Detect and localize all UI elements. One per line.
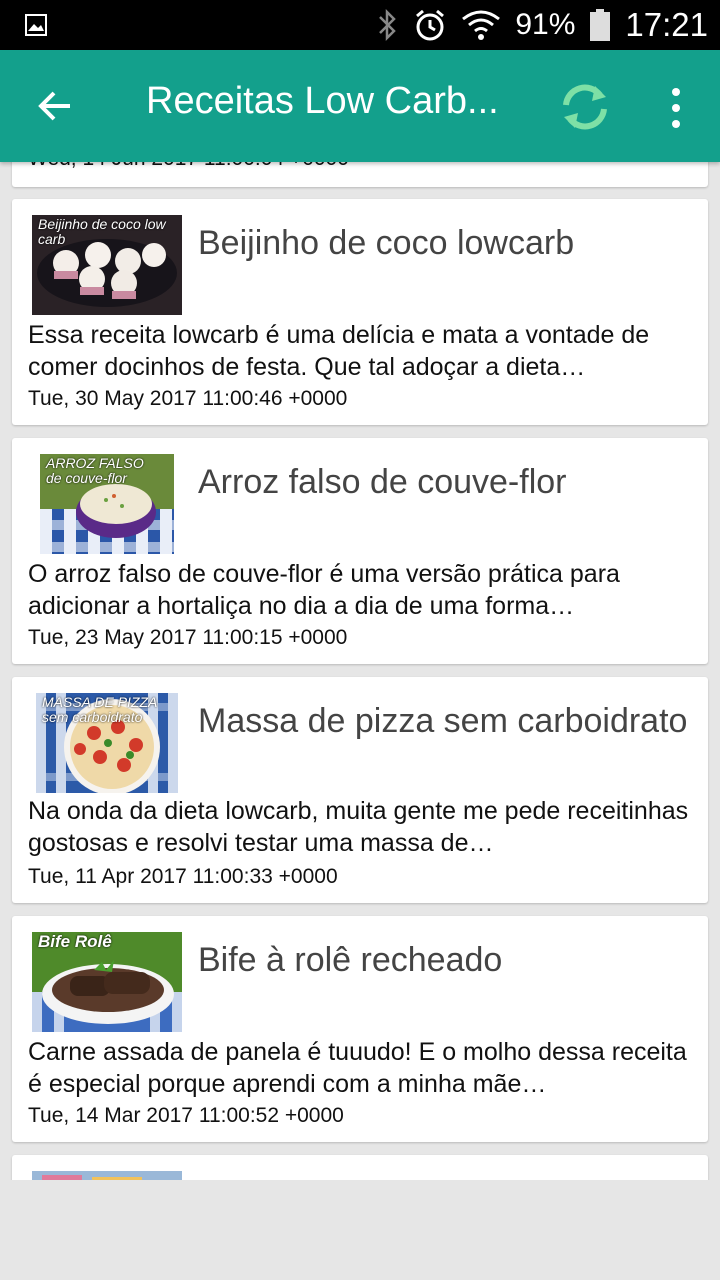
wifi-icon — [462, 10, 501, 40]
post-date: Tue, 30 May 2017 11:00:46 +0000 — [28, 387, 348, 410]
gallery-notification-icon — [25, 14, 47, 36]
list-item[interactable]: ARROZ FALSO de couve-flor Arroz falso de… — [12, 438, 708, 664]
thumbnail-caption: Bife Rolê — [38, 932, 112, 951]
post-description: O arroz falso de couve-flor é uma versão… — [28, 560, 620, 620]
thumbnail-caption: Beijinho de coco low carb — [38, 216, 166, 247]
post-title: Beijinho de coco lowcarb — [198, 224, 575, 262]
post-thumbnail: Beijinho de coco low carb — [32, 215, 182, 315]
refresh-icon[interactable] — [556, 78, 614, 136]
status-bar: 91% 17:21 — [0, 0, 720, 50]
list-item-partial-top[interactable]: Wed, 14 Jun 2017 11:00:04 +0000 — [12, 162, 708, 187]
app-bar: Receitas Low Carb... — [0, 50, 720, 162]
battery-icon — [590, 9, 611, 41]
post-thumbnail: ARROZ FALSO de couve-flor — [40, 454, 174, 554]
post-date: Tue, 14 Mar 2017 11:00:52 +0000 — [28, 1104, 344, 1127]
list-item[interactable]: Bife Rolê Bife à rolê recheado Carne ass… — [12, 916, 708, 1142]
post-date: Tue, 11 Apr 2017 11:00:33 +0000 — [28, 865, 338, 888]
post-thumbnail — [32, 1171, 182, 1180]
list-item[interactable]: Beijinho de coco low carb Beijinho de co… — [12, 199, 708, 425]
clock: 17:21 — [625, 6, 708, 43]
alarm-icon — [416, 9, 445, 41]
thumbnail-caption: MASSA DE PIZZA sem carboidrato — [42, 694, 157, 725]
post-description: Essa receita lowcarb é uma delícia e mat… — [28, 321, 650, 381]
post-date: Wed, 14 Jun 2017 11:00:04 +0000 — [28, 162, 349, 171]
post-description: Carne assada de panela é tuuudo! E o mol… — [28, 1038, 687, 1098]
post-title: Bife à rolê recheado — [198, 941, 503, 979]
list-item-partial-bottom[interactable] — [12, 1155, 708, 1180]
list-item[interactable]: MASSA DE PIZZA sem carboidrato Massa de … — [12, 677, 708, 903]
post-thumbnail: Bife Rolê — [32, 932, 182, 1032]
thumbnail-caption: ARROZ FALSO de couve-flor — [46, 455, 144, 486]
battery-percentage: 91% — [515, 8, 576, 41]
page-title: Receitas Low Carb... — [146, 80, 499, 122]
post-thumbnail: MASSA DE PIZZA sem carboidrato — [36, 693, 178, 793]
back-arrow-icon[interactable] — [30, 78, 86, 134]
post-list[interactable]: Wed, 14 Jun 2017 11:00:04 +0000 Beijinho… — [0, 162, 720, 1180]
post-title: Arroz falso de couve-flor — [198, 463, 567, 501]
bluetooth-icon — [379, 8, 397, 42]
overflow-menu-icon[interactable] — [660, 80, 692, 136]
post-date: Tue, 23 May 2017 11:00:15 +0000 — [28, 626, 348, 649]
post-description: Na onda da dieta lowcarb, muita gente me… — [28, 797, 689, 857]
post-title: Massa de pizza sem carboidrato — [198, 702, 688, 740]
